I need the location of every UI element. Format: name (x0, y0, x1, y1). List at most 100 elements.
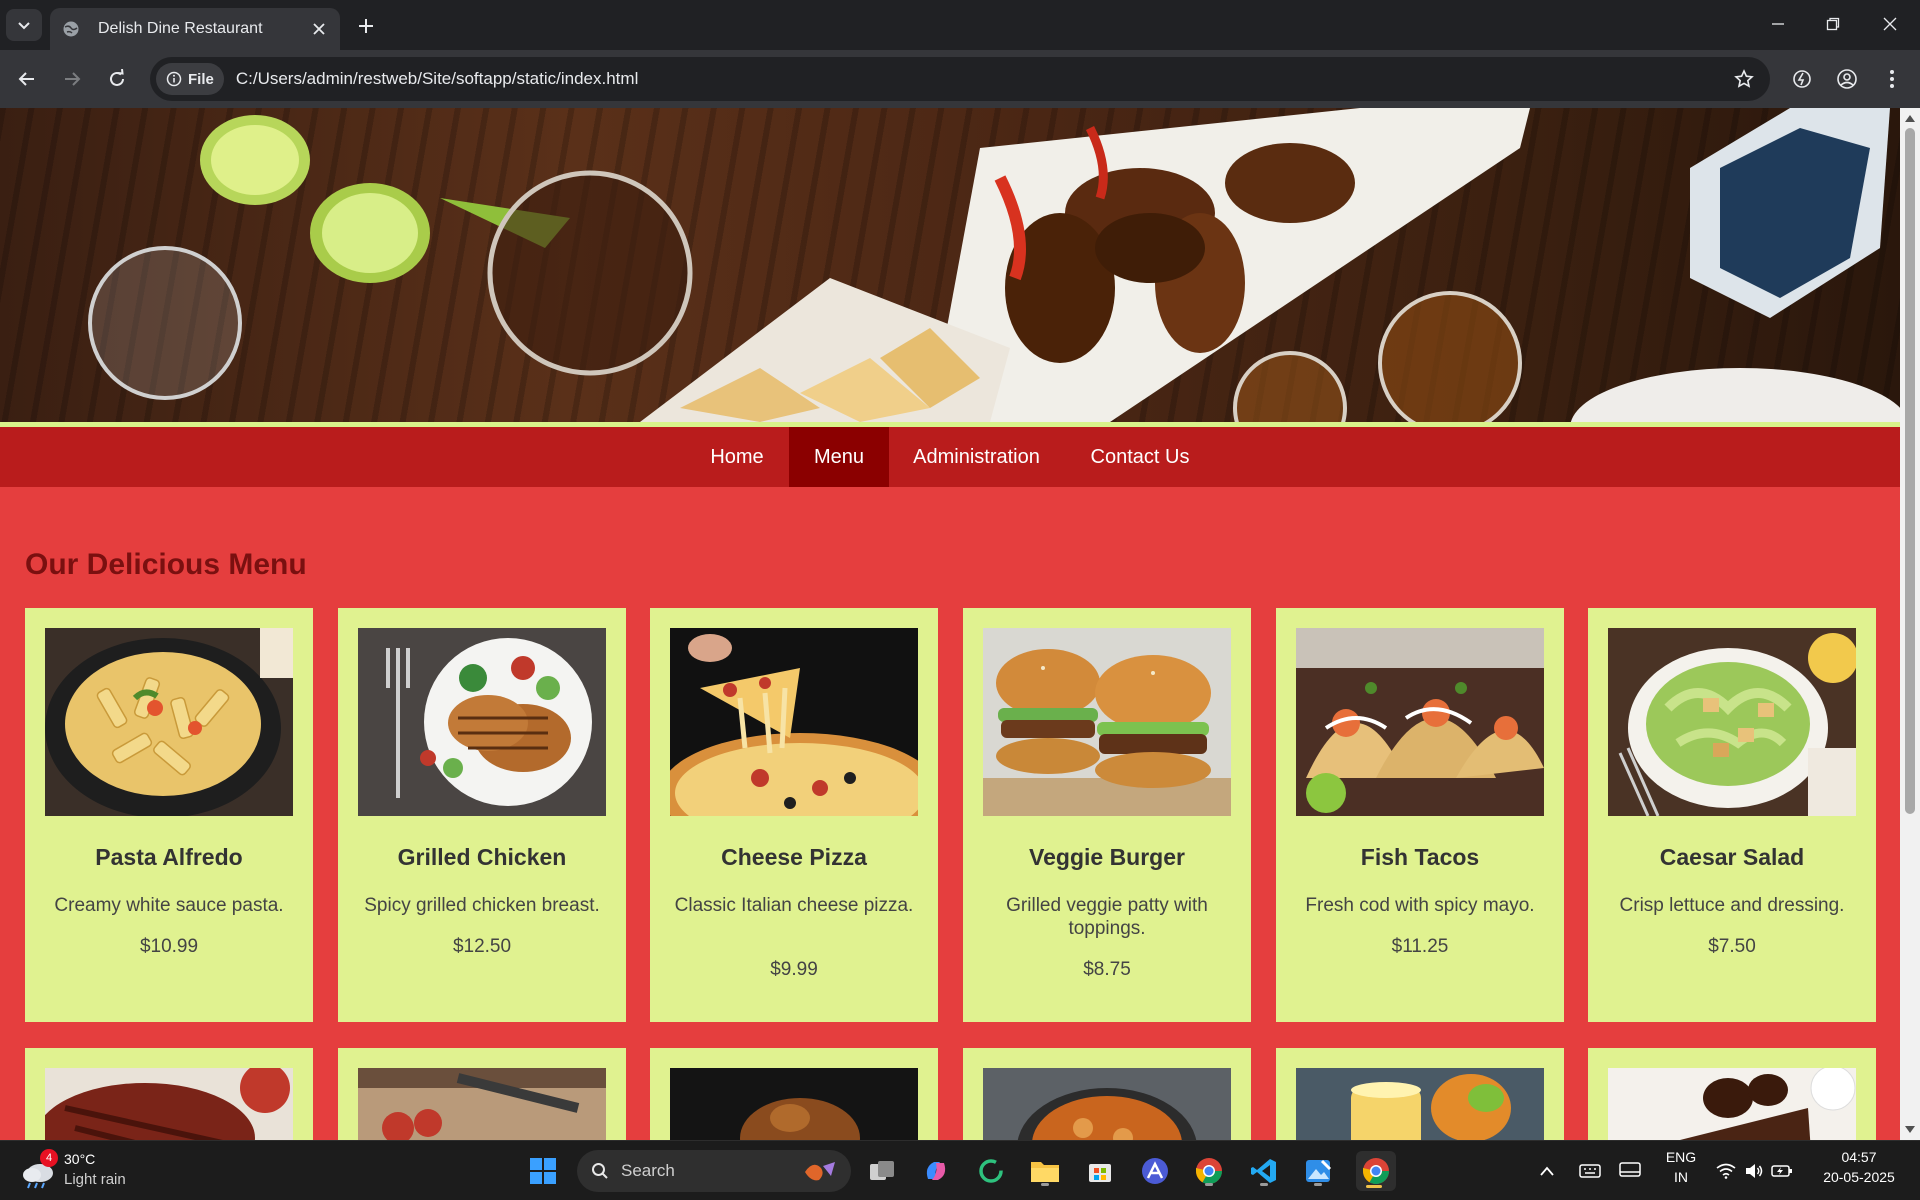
caesar-salad-image (1608, 628, 1856, 816)
forward-button[interactable] (56, 63, 88, 95)
scroll-down-arrow-icon[interactable] (1900, 1122, 1920, 1138)
windows-taskbar: 4 30°C Light rain Search ENG IN 04:57 20… (0, 1140, 1920, 1200)
windows-start-button[interactable] (525, 1153, 561, 1189)
menu-item-name: Grilled Chicken (397, 844, 567, 870)
region-code: IN (1674, 1169, 1688, 1185)
performance-button[interactable] (1786, 63, 1818, 95)
search-highlight-icon (805, 1162, 835, 1181)
browser-menu-button[interactable] (1876, 63, 1908, 95)
back-button[interactable] (11, 63, 43, 95)
new-tab-button[interactable] (352, 12, 380, 40)
close-window-button[interactable] (1870, 10, 1910, 38)
photos-app-button[interactable] (1300, 1153, 1336, 1189)
clock[interactable]: 04:57 20-05-2025 (1810, 1149, 1908, 1185)
menu-card-item-11 (1276, 1048, 1564, 1140)
nav-administration[interactable]: Administration (895, 427, 1058, 487)
tab-search-button[interactable] (6, 9, 42, 41)
browser-tab-bar: Delish Dine Restaurant (0, 0, 1920, 50)
menu-item-price: $7.50 (1708, 936, 1756, 957)
menu-item-name: Cheese Pizza (721, 844, 867, 870)
running-indicator (1041, 1183, 1049, 1186)
menu-item-price: $8.75 (1083, 959, 1131, 980)
address-bar[interactable]: File C:/Users/admin/restweb/Site/softapp… (150, 57, 1770, 101)
keyboard-icon (1579, 1164, 1601, 1178)
globe-icon (63, 21, 79, 37)
display-button[interactable] (1615, 1153, 1645, 1189)
language-code: ENG (1665, 1149, 1697, 1165)
page-scrollbar[interactable] (1900, 108, 1920, 1140)
reload-icon (110, 69, 124, 86)
refresh-app-button[interactable] (973, 1153, 1009, 1189)
chrome-button[interactable] (1191, 1153, 1227, 1189)
menu-item-description: Grilled veggie patty with toppings. (1006, 895, 1208, 939)
menu-card-pasta-alfredo: Pasta Alfredo Creamy white sauce pasta. … (25, 608, 313, 1022)
nav-home-label: Home (710, 445, 764, 468)
menu-item-name: Pasta Alfredo (95, 844, 243, 870)
curry-image (983, 1068, 1231, 1140)
scroll-up-arrow-icon[interactable] (1900, 110, 1920, 126)
chrome-active-button[interactable] (1356, 1151, 1396, 1191)
minimize-icon (1772, 23, 1784, 25)
menu-card-caesar-salad: Caesar Salad Crisp lettuce and dressing.… (1588, 608, 1876, 1022)
vscode-button[interactable] (1246, 1153, 1282, 1189)
weather-temperature: 30°C (64, 1151, 96, 1167)
app-a-button[interactable] (1137, 1153, 1173, 1189)
copilot-icon (926, 1162, 946, 1180)
menu-item-name: Caesar Salad (1659, 844, 1805, 870)
close-tab-icon[interactable] (310, 20, 328, 38)
chevron-down-icon (18, 22, 30, 30)
cheese-pizza-image (670, 628, 918, 816)
nav-contact-us[interactable]: Contact Us (1070, 427, 1210, 487)
reload-button[interactable] (101, 63, 133, 95)
minimize-button[interactable] (1758, 10, 1798, 38)
taskbar-search[interactable]: Search (577, 1150, 851, 1192)
running-indicator (1314, 1183, 1322, 1186)
arrow-right-icon (65, 72, 81, 86)
file-explorer-button[interactable] (1027, 1153, 1063, 1189)
folder-icon (1031, 1162, 1059, 1182)
mango-lassi-image (1296, 1068, 1544, 1140)
weather-widget[interactable]: 4 30°C Light rain (20, 1149, 140, 1193)
veggie-burger-image (983, 628, 1231, 816)
nav-menu[interactable]: Menu (789, 427, 889, 487)
language-indicator[interactable]: ENG IN (1660, 1149, 1702, 1185)
wifi-button[interactable] (1712, 1153, 1740, 1189)
site-info-chip[interactable]: File (156, 63, 224, 95)
taskbar-search-label: Search (621, 1161, 675, 1180)
search-icon (592, 1163, 608, 1179)
menu-item-description: Creamy white sauce pasta. (54, 895, 284, 916)
bruschetta-image (358, 1068, 606, 1140)
restore-button[interactable] (1813, 10, 1853, 38)
show-hidden-icons-button[interactable] (1535, 1153, 1559, 1189)
menu-card-grilled-chicken: Grilled Chicken Spicy grilled chicken br… (338, 608, 626, 1022)
browser-toolbar: File C:/Users/admin/restweb/Site/softapp… (0, 50, 1920, 108)
browser-tab[interactable]: Delish Dine Restaurant (50, 8, 340, 50)
url-text[interactable]: C:/Users/admin/restweb/Site/softapp/stat… (236, 69, 639, 89)
clock-time: 04:57 (1841, 1149, 1877, 1165)
wifi-icon (1716, 1163, 1736, 1179)
volume-button[interactable] (1740, 1153, 1768, 1189)
menu-card-item-10 (963, 1048, 1251, 1140)
chrome-icon (1195, 1158, 1223, 1185)
scrollbar-thumb[interactable] (1905, 128, 1915, 814)
menu-item-name: Fish Tacos (1360, 844, 1480, 870)
account-icon (1837, 69, 1857, 89)
weather-alert-badge: 4 (40, 1149, 58, 1167)
nav-home[interactable]: Home (688, 427, 786, 487)
tab-title: Delish Dine Restaurant (98, 20, 263, 37)
keyboard-button[interactable] (1575, 1153, 1605, 1189)
bookmark-star-icon[interactable] (1732, 67, 1756, 91)
store-icon (1089, 1164, 1111, 1182)
menu-item-description: Classic Italian cheese pizza. (674, 895, 914, 916)
profile-button[interactable] (1831, 63, 1863, 95)
menu-heading: Our Delicious Menu (25, 548, 307, 581)
grilled-chicken-image (358, 628, 606, 816)
task-view-button[interactable] (864, 1153, 900, 1189)
chrome-icon (1362, 1158, 1390, 1185)
microsoft-store-button[interactable] (1082, 1153, 1118, 1189)
menu-item-description: Spicy grilled chicken breast. (364, 895, 600, 916)
copilot-button[interactable] (918, 1153, 954, 1189)
close-icon (1883, 17, 1897, 31)
battery-button[interactable] (1768, 1153, 1796, 1189)
chocolate-cake-image (1608, 1068, 1856, 1140)
